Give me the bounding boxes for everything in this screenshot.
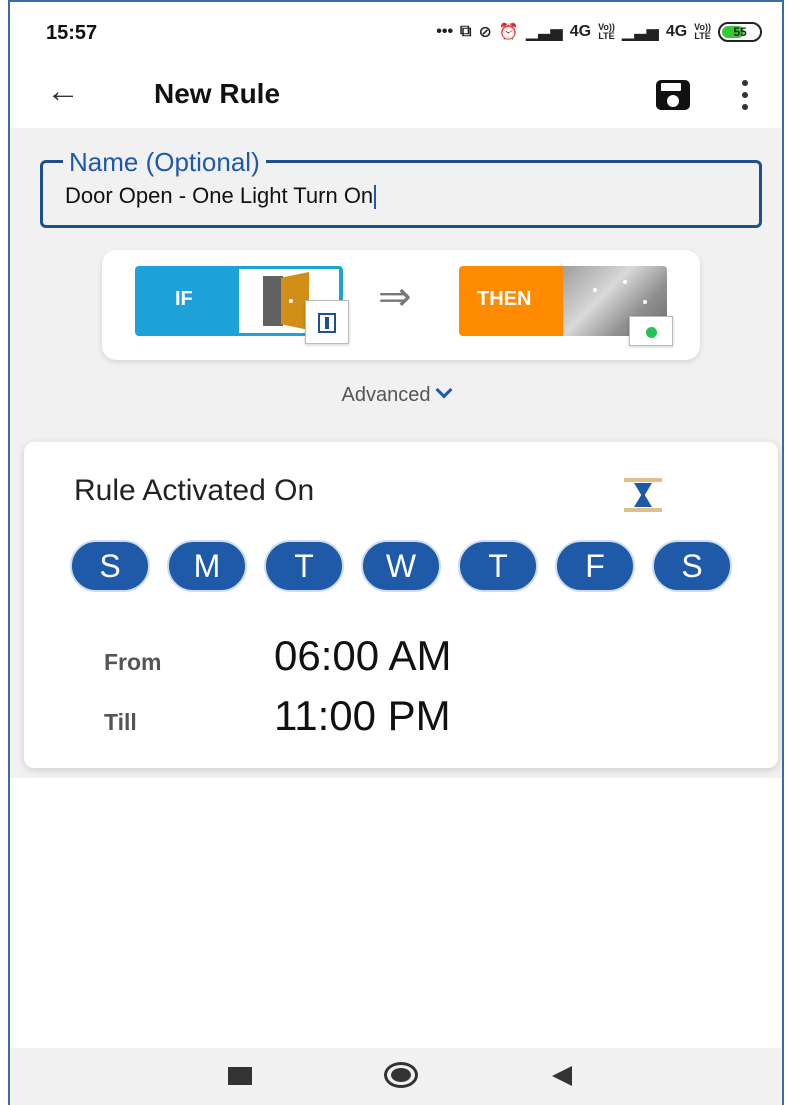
day-saturday[interactable]: S <box>652 540 732 592</box>
signal-icon-2: ▁▃▅ <box>621 24 659 41</box>
schedule-title: Rule Activated On <box>74 474 315 507</box>
phone-screen: 15:57 ••• ⧉ ⊘ ⏰ ▁▃▅ 4G Vo)) LTE ▁▃▅ 4G V… <box>8 0 784 1105</box>
back-arrow-icon[interactable]: ← <box>46 72 80 111</box>
rule-name-input[interactable]: Door Open - One Light Turn On <box>65 183 377 210</box>
network-type-2: 4G <box>665 23 688 40</box>
page-title: New Rule <box>154 78 281 109</box>
till-time[interactable]: 11:00 PM <box>274 692 451 740</box>
more-vert-icon[interactable] <box>740 80 750 110</box>
day-tuesday[interactable]: T <box>264 540 344 592</box>
day-selector: S M T W T F S <box>70 540 732 592</box>
recents-icon[interactable] <box>228 1067 252 1085</box>
schedule-card: Rule Activated On S M T W T F S From 06:… <box>24 442 778 768</box>
content-area: Name (Optional) Door Open - One Light Tu… <box>10 128 782 778</box>
save-icon[interactable] <box>656 80 690 110</box>
volte-2-bottom: LTE <box>694 31 711 41</box>
light-status-badge-icon <box>629 316 673 346</box>
status-time: 15:57 <box>46 22 98 44</box>
text-cursor <box>374 185 377 210</box>
advanced-toggle[interactable]: Advanced <box>10 381 782 407</box>
home-icon[interactable] <box>384 1062 418 1088</box>
status-icons: ••• ⧉ ⊘ ⏰ ▁▃▅ 4G Vo)) LTE ▁▃▅ 4G Vo)) LT… <box>436 22 762 42</box>
rule-name-label: Name (Optional) <box>63 147 266 178</box>
from-row: From 06:00 AM <box>104 632 451 680</box>
till-row: Till 11:00 PM <box>104 692 451 740</box>
volte-2: Vo)) LTE <box>694 23 711 41</box>
alarm-icon: ⏰ <box>498 24 519 41</box>
day-thursday[interactable]: T <box>458 540 538 592</box>
then-arrow-icon: ⇒ <box>378 275 412 319</box>
screen-mirror-icon: ⧉ <box>460 23 472 40</box>
till-label: Till <box>104 709 137 735</box>
hourglass-icon[interactable] <box>624 478 662 512</box>
notification-dots-icon: ••• <box>436 23 454 40</box>
mute-icon: ⊘ <box>478 24 492 41</box>
volte-1-bottom: LTE <box>598 31 615 41</box>
then-label: THEN <box>477 288 532 310</box>
from-time[interactable]: 06:00 AM <box>274 632 451 680</box>
from-label: From <box>104 649 162 675</box>
rule-name-value: Door Open - One Light Turn On <box>65 183 374 208</box>
system-nav-bar <box>10 1048 782 1105</box>
rule-name-field[interactable]: Name (Optional) Door Open - One Light Tu… <box>40 147 762 228</box>
status-bar: 15:57 ••• ⧉ ⊘ ⏰ ▁▃▅ 4G Vo)) LTE ▁▃▅ 4G V… <box>10 2 782 64</box>
advanced-label: Advanced <box>341 384 431 406</box>
signal-icon: ▁▃▅ <box>525 24 563 41</box>
if-label: IF <box>175 288 193 310</box>
app-bar: ← New Rule <box>10 64 782 128</box>
day-sunday[interactable]: S <box>70 540 150 592</box>
back-icon[interactable] <box>552 1066 572 1086</box>
battery-level: 55 <box>733 25 747 39</box>
battery-icon: 55 <box>718 22 762 42</box>
chevron-down-icon <box>435 381 453 399</box>
volte-1: Vo)) LTE <box>598 23 615 41</box>
rule-summary-card: IF ⇒ THEN <box>102 250 700 360</box>
day-wednesday[interactable]: W <box>361 540 441 592</box>
door-sensor-badge-icon <box>305 300 349 344</box>
day-friday[interactable]: F <box>555 540 635 592</box>
day-monday[interactable]: M <box>167 540 247 592</box>
network-type-1: 4G <box>569 23 592 40</box>
